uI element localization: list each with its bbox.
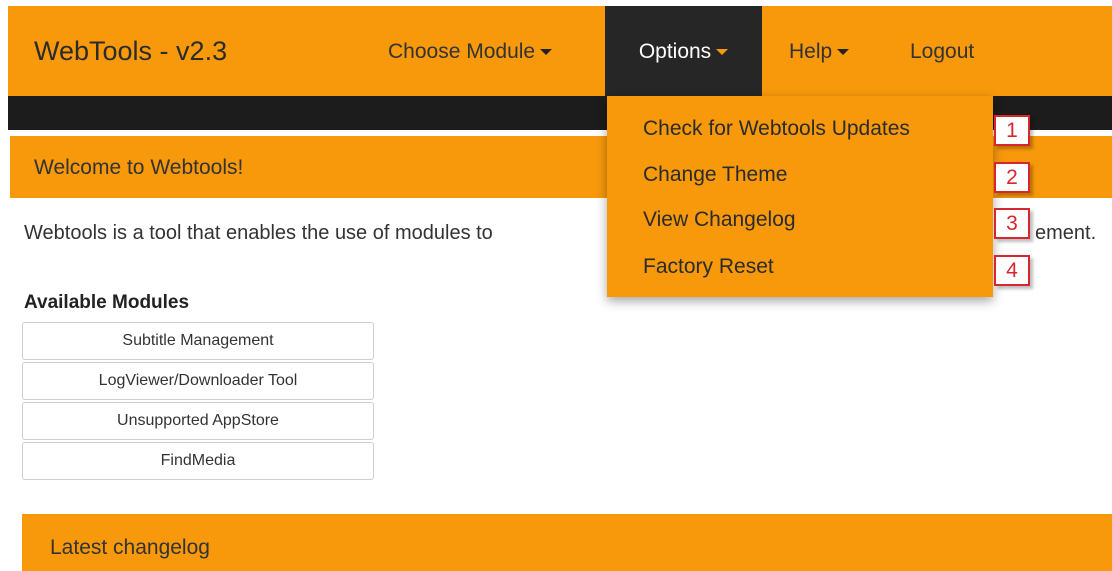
intro-text: Webtools is a tool that enables the use … [24,222,493,244]
top-navbar: WebTools - v2.3 Choose Module Options He… [8,6,1112,96]
module-button-subtitle-management[interactable]: Subtitle Management [22,322,374,360]
callout-number-3: 3 [994,208,1030,239]
nav-choose-module-label: Choose Module [388,40,536,63]
module-list: Subtitle Management LogViewer/Downloader… [22,322,374,482]
module-button-findmedia[interactable]: FindMedia [22,442,374,480]
latest-changelog-panel: Latest changelog [22,514,1112,571]
nav-help[interactable]: Help [789,6,850,96]
menu-item-change-theme[interactable]: Change Theme [643,163,787,187]
caret-down-icon [837,49,850,56]
latest-changelog-title: Latest changelog [50,536,210,559]
callout-number-1: 1 [994,115,1030,146]
options-dropdown-menu: Check for Webtools Updates Change Theme … [607,96,993,297]
callout-number-4: 4 [994,255,1030,286]
nav-choose-module[interactable]: Choose Module [388,6,553,96]
nav-options[interactable]: Options [605,6,762,96]
nav-options-label: Options [638,40,712,63]
nav-logout[interactable]: Logout [910,6,974,96]
callout-number-2: 2 [994,162,1030,193]
menu-item-view-changelog[interactable]: View Changelog [643,208,796,232]
brand-title[interactable]: WebTools - v2.3 [34,36,227,67]
module-button-logviewer[interactable]: LogViewer/Downloader Tool [22,362,374,400]
menu-item-factory-reset[interactable]: Factory Reset [643,255,774,279]
available-modules-heading: Available Modules [24,292,190,313]
caret-down-icon [540,49,553,56]
nav-logout-label: Logout [910,40,975,63]
intro-text-tail: ement. [1035,222,1097,244]
welcome-title: Welcome to Webtools! [34,156,244,179]
menu-item-check-updates[interactable]: Check for Webtools Updates [643,117,910,141]
caret-down-icon [716,49,729,56]
module-button-unsupported-appstore[interactable]: Unsupported AppStore [22,402,374,440]
nav-help-label: Help [789,40,833,63]
page-left-edge [0,0,8,571]
